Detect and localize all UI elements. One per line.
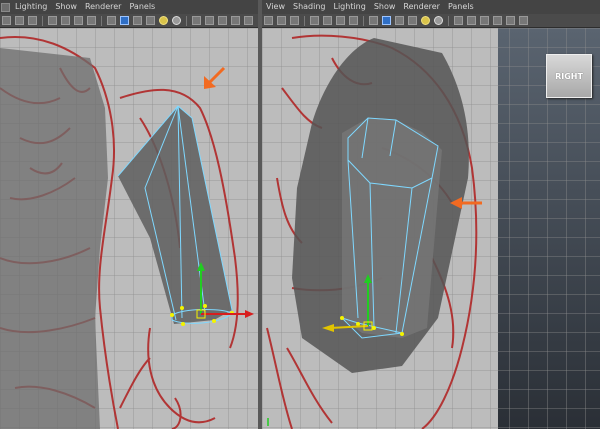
camera-icon[interactable] [2,16,11,25]
right-viewport-panel[interactable]: View Shading Lighting Show Renderer Pane… [262,0,600,429]
left-viewport-panel[interactable]: Lighting Show Renderer Panels [0,0,258,429]
menu-view[interactable]: View [262,0,289,14]
image-plane-icon[interactable] [28,16,37,25]
torso-mesh[interactable] [0,48,108,429]
xray-icon[interactable] [480,16,489,25]
grid-icon[interactable] [310,16,319,25]
right-menu-bar: View Shading Lighting Show Renderer Pane… [262,0,600,15]
camera-icon[interactable] [264,16,273,25]
right-panel-toolbar [262,14,600,28]
isolate-select-icon[interactable] [205,16,214,25]
menu-panels[interactable]: Panels [125,0,159,14]
grid-icon[interactable] [48,16,57,25]
resolution-gate-icon[interactable] [74,16,83,25]
left-menu-bar: Lighting Show Renderer Panels [0,0,258,15]
menu-renderer[interactable]: Renderer [81,0,126,14]
view-cube-label: RIGHT [555,71,583,81]
toolbar-separator [304,15,305,26]
menu-lighting[interactable]: Lighting [329,0,369,14]
toolbar-separator [186,15,187,26]
backface-icon[interactable] [244,16,253,25]
wireframe-on-shaded-icon[interactable] [133,16,142,25]
textured-icon[interactable] [408,16,417,25]
toolbar-separator [101,15,102,26]
safe-frame-icon[interactable] [349,16,358,25]
film-gate-icon[interactable] [323,16,332,25]
menu-renderer[interactable]: Renderer [399,0,444,14]
image-plane-icon[interactable] [290,16,299,25]
xray-joints-icon[interactable] [493,16,502,25]
menu-show[interactable]: Show [51,0,81,14]
toolbar-separator [42,15,43,26]
hud-icon[interactable] [519,16,528,25]
xray-joints-icon[interactable] [231,16,240,25]
smooth-shade-icon[interactable] [120,16,129,25]
left-panel-toolbar [0,14,258,28]
toolbar-separator [448,15,449,26]
all-lights-icon[interactable] [434,16,443,25]
menu-panels[interactable]: Panels [444,0,478,14]
menu-shading[interactable]: Shading [289,0,330,14]
wireframe-on-shaded-icon[interactable] [395,16,404,25]
menu-show[interactable]: Show [370,0,400,14]
maya-workspace: Lighting Show Renderer Panels View Shadi… [0,0,600,429]
film-gate-icon[interactable] [61,16,70,25]
shadows-icon[interactable] [192,16,201,25]
bookmark-icon[interactable] [277,16,286,25]
resolution-gate-icon[interactable] [336,16,345,25]
view-cube-icon[interactable]: RIGHT [546,54,592,98]
left-viewport-canvas[interactable] [0,28,258,429]
default-lighting-icon[interactable] [159,16,168,25]
wireframe-icon[interactable] [369,16,378,25]
menu-lighting[interactable]: Lighting [11,0,51,14]
smooth-shade-icon[interactable] [382,16,391,25]
safe-frame-icon[interactable] [87,16,96,25]
textured-icon[interactable] [146,16,155,25]
wireframe-icon[interactable] [107,16,116,25]
toolbar-separator [363,15,364,26]
shadows-icon[interactable] [454,16,463,25]
left-scene [0,28,258,429]
backface-icon[interactable] [506,16,515,25]
menu-icon[interactable] [1,2,10,12]
default-lighting-icon[interactable] [421,16,430,25]
isolate-select-icon[interactable] [467,16,476,25]
xray-icon[interactable] [218,16,227,25]
all-lights-icon[interactable] [172,16,181,25]
bookmark-icon[interactable] [15,16,24,25]
